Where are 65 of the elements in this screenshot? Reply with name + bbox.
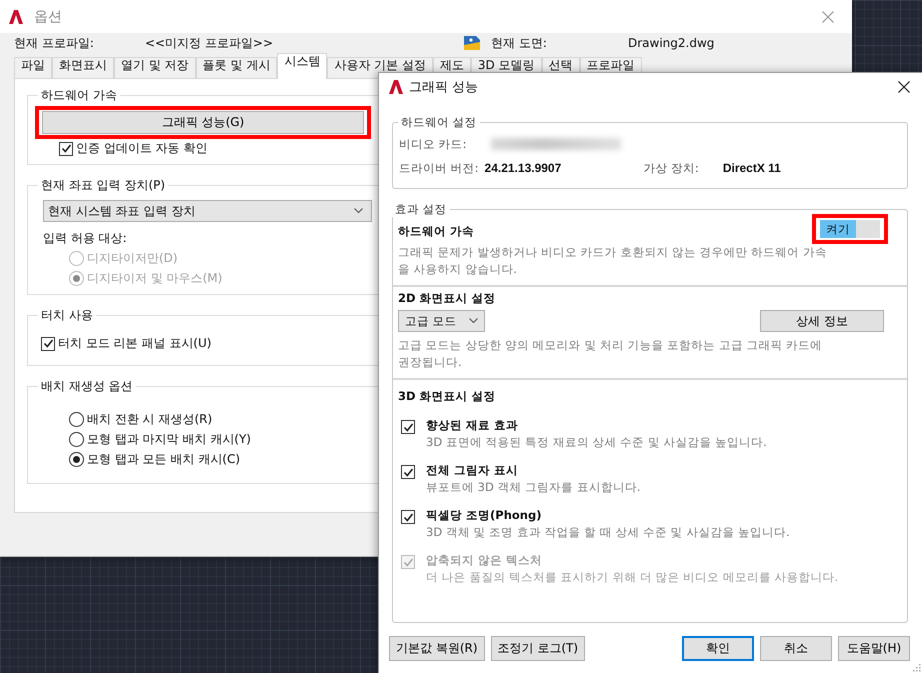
field-label: 비디오 카드: [399, 136, 467, 152]
chevron-down-icon [354, 208, 363, 214]
section-title: 하드웨어 가속 [398, 223, 474, 240]
tab[interactable]: 시스템 [277, 53, 328, 79]
checkbox[interactable] [401, 420, 415, 434]
window-title: 옵션 [34, 8, 62, 26]
radio-button[interactable] [69, 432, 84, 446]
field-label: 가상 장치: [643, 160, 699, 176]
tab[interactable]: 열기 및 저장 [114, 57, 196, 78]
toggle-switch[interactable]: 켜기 [820, 220, 880, 238]
chevron-down-icon [468, 318, 478, 324]
drawing-file-icon [463, 35, 481, 51]
app-logo-icon [388, 79, 404, 95]
app-logo-icon [8, 8, 24, 24]
radio-button[interactable] [69, 452, 84, 466]
drawing-label: 현재 도면: [491, 34, 548, 52]
radio-button[interactable] [69, 412, 84, 426]
close-icon[interactable] [898, 81, 910, 93]
group-title: 터치 사용 [40, 307, 94, 324]
checkbox[interactable] [401, 465, 415, 479]
option-description: 더 나은 품질의 텍스처를 표시하기 위해 더 많은 비디오 메모리를 사용합니다. [426, 569, 838, 586]
group-title: 효과 설정 [394, 202, 448, 217]
field-label: 드라이버 버전: [399, 160, 479, 176]
group-title: 하드웨어 설정 [400, 115, 478, 130]
dialog-button[interactable]: 확인 [682, 636, 754, 661]
option-title[interactable]: 전체 그림자 표시 [426, 461, 640, 479]
dialog-title: 그래픽 성능 [409, 79, 478, 96]
radio-label[interactable]: 모형 탭과 마지막 배치 캐시(Y) [87, 430, 251, 448]
resize-grip-icon[interactable] [912, 663, 921, 672]
section-title: 2D 화면표시 설정 [398, 290, 497, 307]
group-title: 현재 좌표 입력 장치(P) [40, 177, 166, 194]
option-title[interactable]: 픽셀당 조명(Phong) [426, 506, 790, 524]
dialog-button[interactable]: 조정기 로그(T) [490, 636, 586, 661]
radio-label[interactable]: 배치 전환 시 재생성(R) [87, 410, 212, 428]
option-description: 뷰포트에 3D 객체 그림자를 표시합니다. [426, 479, 640, 496]
group-title: 배치 재생성 옵션 [40, 378, 134, 395]
checkbox[interactable] [401, 510, 415, 524]
checkbox[interactable] [41, 336, 55, 350]
section-title: 3D 화면표시 설정 [398, 388, 497, 405]
field-value: 24.21.13.9907 [484, 161, 562, 175]
tab[interactable]: 화면표시 [52, 57, 114, 78]
details-button[interactable]: 상세 정보 [760, 310, 884, 332]
profile-label: 현재 프로파일: [14, 34, 95, 52]
profile-value: <<미지정 프로파일>> [145, 34, 274, 52]
option-title[interactable]: 향상된 재료 효과 [426, 416, 767, 434]
checkbox-label[interactable]: 터치 모드 리본 패널 표시(U) [58, 335, 212, 352]
group-title: 하드웨어 가속 [40, 87, 118, 104]
checkbox[interactable] [59, 142, 73, 156]
checkbox-label[interactable]: 인증 업데이트 자동 확인 [76, 140, 208, 157]
dropdown[interactable]: 현재 시스템 좌표 입력 장치 [43, 200, 372, 222]
dialog-button[interactable]: 기본값 복원(R) [389, 636, 485, 661]
dialog-button[interactable]: 도움말(H) [838, 636, 910, 661]
drawing-value: Drawing2.dwg [628, 36, 716, 50]
dropdown[interactable]: 고급 모드 [398, 310, 485, 332]
field-label: 입력 허용 대상: [43, 230, 127, 247]
option-description: 3D 표면에 적용된 특정 재료의 상세 수준 및 사실감을 높입니다. [426, 434, 767, 451]
tab[interactable]: 파일 [14, 57, 52, 78]
dialog-button[interactable]: 취소 [760, 636, 832, 661]
section-description: 고급 모드는 상당한 양의 메모리와 및 처리 기능을 포함하는 고급 그래픽 카드에 권장됩니다. [398, 337, 824, 371]
radio-label[interactable]: 모형 탭과 모든 배치 캐시(C) [87, 450, 240, 468]
option-description: 3D 객체 및 조명 효과 작업을 할 때 상세 수준 및 사실감을 높입니다. [426, 524, 790, 541]
section-description: 그래픽 문제가 발생하거나 비디오 카드가 호환되지 않는 경우에만 하드웨어 가속을 사용하지 않습니다. [398, 244, 828, 278]
field-value: DirectX 11 [722, 161, 781, 175]
graphics-performance-button[interactable]: 그래픽 성능(G) [42, 111, 364, 134]
tab[interactable]: 플롯 및 게시 [196, 57, 278, 78]
